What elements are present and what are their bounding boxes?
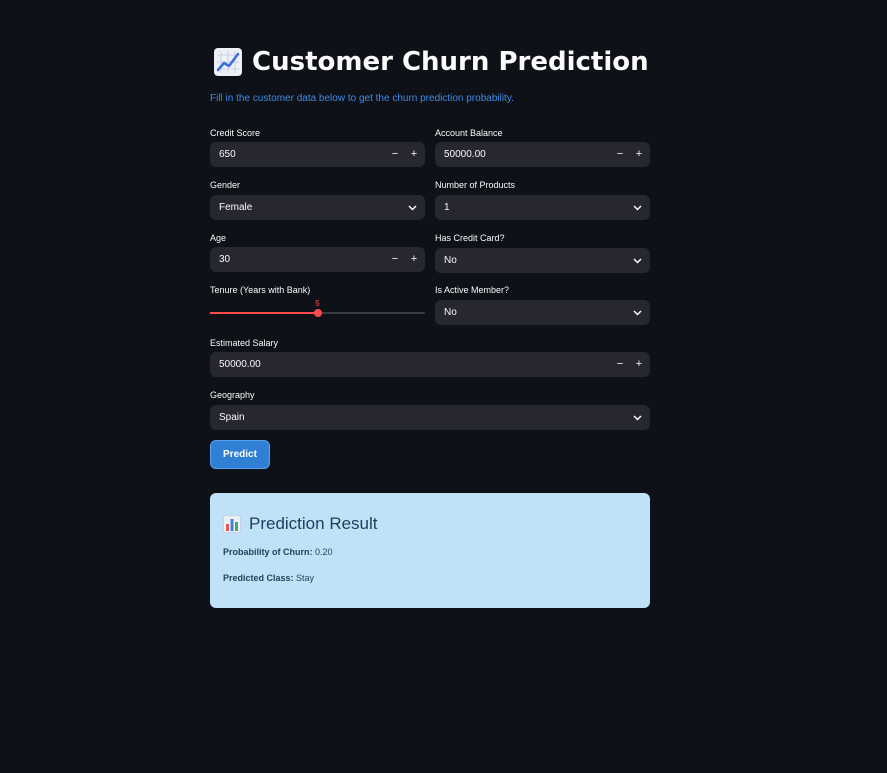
predicted-class-line: Predicted Class: Stay	[223, 573, 314, 583]
tenure-slider[interactable]: 5	[210, 299, 425, 317]
gender-label: Gender	[210, 180, 241, 190]
account-balance-decrement-button[interactable]: −	[610, 142, 630, 167]
probability-label: Probability of Churn:	[223, 547, 313, 557]
gender-value: Female	[219, 202, 253, 213]
chevron-down-icon	[633, 258, 642, 264]
estimated-salary-increment-button[interactable]: +	[629, 352, 649, 377]
prediction-result-box: Prediction Result Probability of Churn: …	[210, 493, 650, 608]
credit-score-increment-button[interactable]: +	[404, 142, 424, 167]
chevron-down-icon	[633, 205, 642, 211]
credit-score-decrement-button[interactable]: −	[385, 142, 405, 167]
bar-chart-icon	[223, 515, 241, 533]
has-credit-card-select[interactable]: No	[435, 248, 650, 273]
predict-button[interactable]: Predict	[210, 440, 270, 469]
estimated-salary-input[interactable]: 50000.00 − +	[210, 352, 650, 377]
predicted-class-label: Predicted Class:	[223, 573, 294, 583]
geography-select[interactable]: Spain	[210, 405, 650, 430]
account-balance-label: Account Balance	[435, 128, 503, 138]
has-credit-card-label: Has Credit Card?	[435, 233, 505, 243]
num-products-label: Number of Products	[435, 180, 516, 190]
result-title-text: Prediction Result	[249, 514, 378, 533]
estimated-salary-label: Estimated Salary	[210, 338, 279, 348]
page-subtitle: Fill in the customer data below to get t…	[210, 93, 514, 104]
has-credit-card-value: No	[444, 255, 457, 266]
chevron-down-icon	[633, 415, 642, 421]
age-increment-button[interactable]: +	[404, 247, 424, 272]
is-active-member-select[interactable]: No	[435, 300, 650, 325]
credit-score-value: 650	[219, 149, 236, 160]
tenure-slider-fill	[210, 312, 318, 314]
age-input[interactable]: 30 − +	[210, 247, 425, 272]
num-products-value: 1	[444, 202, 450, 213]
age-decrement-button[interactable]: −	[385, 247, 405, 272]
result-title: Prediction Result	[223, 514, 378, 534]
probability-value: 0.20	[315, 547, 333, 557]
estimated-salary-value: 50000.00	[219, 359, 261, 370]
account-balance-increment-button[interactable]: +	[629, 142, 649, 167]
geography-value: Spain	[219, 412, 245, 423]
tenure-slider-value: 5	[315, 299, 320, 308]
is-active-member-value: No	[444, 307, 457, 318]
predicted-class-value: Stay	[296, 573, 315, 583]
account-balance-input[interactable]: 50000.00 − +	[435, 142, 650, 167]
credit-score-input[interactable]: 650 − +	[210, 142, 425, 167]
geography-label: Geography	[210, 390, 255, 400]
page-title-text: Customer Churn Prediction	[252, 47, 649, 77]
account-balance-value: 50000.00	[444, 149, 486, 160]
chevron-down-icon	[408, 205, 417, 211]
credit-score-label: Credit Score	[210, 128, 261, 138]
tenure-slider-thumb[interactable]	[313, 309, 322, 317]
gender-select[interactable]: Female	[210, 195, 425, 220]
age-label: Age	[210, 233, 227, 243]
age-value: 30	[219, 254, 231, 265]
num-products-select[interactable]: 1	[435, 195, 650, 220]
page-title: Customer Churn Prediction	[214, 47, 649, 77]
chevron-down-icon	[633, 310, 642, 316]
is-active-member-label: Is Active Member?	[435, 285, 510, 295]
probability-line: Probability of Churn: 0.20	[223, 547, 333, 557]
chart-increasing-icon	[214, 48, 242, 76]
tenure-label: Tenure (Years with Bank)	[210, 285, 311, 295]
estimated-salary-decrement-button[interactable]: −	[610, 352, 630, 377]
